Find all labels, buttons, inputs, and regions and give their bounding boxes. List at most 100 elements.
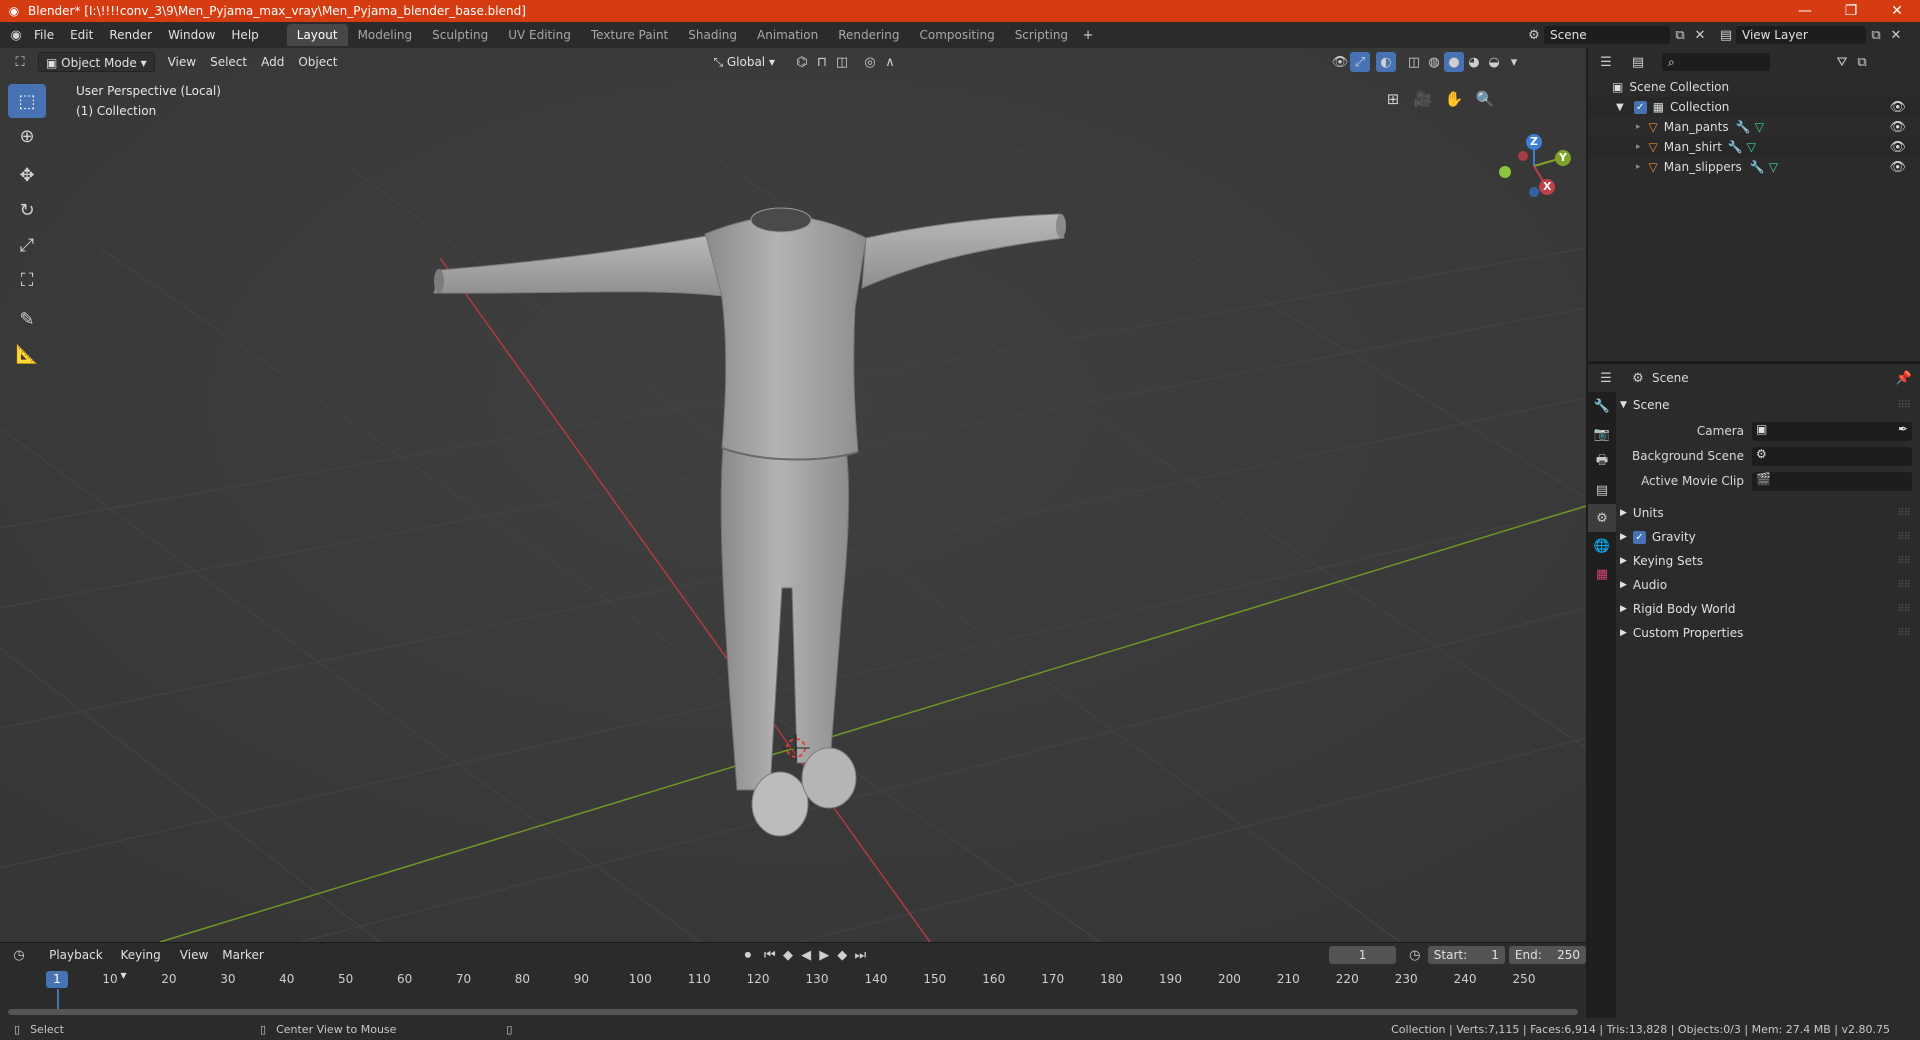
world-tab-icon[interactable]: 🌐 [1588,532,1616,560]
playhead-line[interactable] [57,989,59,1011]
minimize-button[interactable]: — [1782,0,1828,22]
new-scene-icon[interactable]: ⧉ [1670,25,1690,45]
texture-tab-icon[interactable]: ▦ [1588,560,1616,588]
wireframe-shading-icon[interactable]: ◍ [1424,52,1444,72]
preview-range-icon[interactable]: ◷ [1406,945,1424,965]
delete-scene-icon[interactable]: ✕ [1690,25,1710,45]
filter-icon[interactable]: ⛛ [1832,52,1852,72]
visibility-icon[interactable]: 👁 [1330,52,1350,72]
close-button[interactable]: ✕ [1874,0,1920,22]
keying-sets-panel-header[interactable]: ▶ Keying Sets ⠿⠿ [1620,550,1916,572]
menu-view[interactable]: View [161,52,203,72]
background-scene-field[interactable]: ⚙ [1752,446,1912,466]
camera-view-icon[interactable]: 🎥 [1410,86,1436,112]
outliner-editor-type-icon[interactable]: ☰ [1596,52,1616,72]
annotate-tool-icon[interactable]: ✎ [8,302,46,336]
play-reverse-icon[interactable]: ◀ [797,945,815,965]
falloff-icon[interactable]: ∧ [880,52,900,72]
timeline-ruler[interactable]: 1 10 20 30 40 50 60 70 80 90 100 110 120 130 140 150 16… [0,969,1586,989]
material-shading-icon[interactable]: ◕ [1464,52,1484,72]
view-layer-icon[interactable]: ▤ [1716,25,1736,45]
gizmo-y-label[interactable]: Y [1559,151,1567,164]
cursor-tool-icon[interactable]: ⊕ [8,119,46,153]
properties-editor-type-icon[interactable]: ☰ [1596,368,1616,388]
tab-compositing[interactable]: Compositing [909,24,1004,46]
delete-view-layer-icon[interactable]: ✕ [1886,25,1906,45]
new-view-layer-icon[interactable]: ⧉ [1866,25,1886,45]
xray-icon[interactable]: ◫ [1404,52,1424,72]
add-workspace-icon[interactable]: + [1078,25,1098,45]
tab-texture-paint[interactable]: Texture Paint [581,24,678,46]
camera-field[interactable]: ▣ ✒ [1752,421,1912,441]
pivot-icon[interactable]: ⌬ [792,52,812,72]
expand-icon[interactable]: ▸ [1636,162,1641,172]
gravity-checkbox[interactable]: ✓ [1632,530,1646,544]
outliner-row-man-pants[interactable]: ▸ ▽ Man_pants 🔧 ▽ 👁 [1588,117,1920,137]
active-movie-clip-field[interactable]: 🎬 [1752,471,1912,491]
tab-uv-editing[interactable]: UV Editing [498,24,581,46]
start-frame-field[interactable]: Start: 1 [1427,946,1505,964]
prev-keyframe-icon[interactable]: ◆ [779,945,797,965]
ruler-current-frame[interactable]: 1 [46,971,68,988]
zoom-view-icon[interactable]: 🔍 [1472,86,1498,112]
units-panel-header[interactable]: ▶ Units ⠿⠿ [1620,502,1916,524]
mode-selector[interactable]: ▣ Object Mode ▾ [38,52,155,72]
audio-panel-header[interactable]: ▶ Audio ⠿⠿ [1620,574,1916,596]
scene-selector[interactable]: Scene [1544,26,1670,44]
tab-modeling[interactable]: Modeling [348,24,423,46]
gizmo-toggle-icon[interactable]: ⤢ [1349,52,1370,72]
menu-window[interactable]: Window [160,24,223,46]
gizmo-x-label[interactable]: X [1543,180,1551,193]
jump-end-icon[interactable]: ⏭ [851,945,869,965]
collection-checkbox[interactable]: ✓ [1633,100,1647,114]
expand-collection-icon[interactable]: ▼ [1616,102,1624,113]
viewport-scene[interactable] [0,48,1586,942]
menu-keying[interactable]: Keying ▾ [113,945,172,982]
move-tool-icon[interactable]: ✥ [8,158,46,192]
drag-handle-icon[interactable]: ⠿⠿ [1897,580,1911,591]
rigid-body-world-panel-header[interactable]: ▶ Rigid Body World ⠿⠿ [1620,598,1916,620]
view-layer-tab-icon[interactable]: ▤ [1588,476,1616,504]
rotate-tool-icon[interactable]: ↻ [8,193,46,227]
pan-view-icon[interactable]: ✋ [1441,86,1467,112]
scene-panel-header[interactable]: ▼ Scene ⠿⠿ [1620,394,1916,416]
timeline-scrollbar[interactable] [8,1009,1578,1015]
editor-type-icon[interactable]: ⛶ [10,52,30,72]
expand-icon[interactable]: ▸ [1636,122,1641,132]
new-collection-icon[interactable]: ⧉ [1852,52,1872,72]
outliner-search-input[interactable]: ⌕ [1662,53,1770,71]
eye-icon[interactable]: 👁 [1889,160,1906,175]
play-icon[interactable]: ▶ [815,945,833,965]
drag-handle-icon[interactable]: ⠿⠿ [1897,628,1911,639]
snap-target-icon[interactable]: ◫ [832,52,852,72]
eye-icon[interactable]: 👁 [1889,120,1906,135]
menu-file[interactable]: File [26,24,62,46]
drag-handle-icon[interactable]: ⠿⠿ [1897,604,1911,615]
scene-icon[interactable]: ⚙ [1524,25,1544,45]
custom-properties-panel-header[interactable]: ▶ Custom Properties ⠿⠿ [1620,622,1916,644]
menu-render[interactable]: Render [101,24,160,46]
display-mode-icon[interactable]: ▤ [1628,52,1648,72]
3d-viewport[interactable]: Z Y X ⛶ ▣ Object Mode ▾ View Select Add … [0,48,1586,942]
snap-icon[interactable]: ⊓ [812,52,832,72]
eye-icon[interactable]: 👁 [1889,100,1906,115]
solid-shading-icon[interactable]: ● [1443,52,1464,72]
measure-tool-icon[interactable]: 📐 [8,337,46,371]
gravity-panel-header[interactable]: ▶ ✓ Gravity ⠿⠿ [1620,526,1916,548]
transform-tool-icon[interactable]: ⛶ [8,263,46,297]
end-frame-field[interactable]: End: 250 [1508,946,1587,964]
render-tab-icon[interactable]: 📷 [1588,420,1616,448]
outliner-row-scene-collection[interactable]: ▣ Scene Collection [1588,77,1920,97]
tab-layout[interactable]: Layout [286,24,348,46]
menu-add[interactable]: Add [254,52,291,72]
tab-shading[interactable]: Shading [678,24,747,46]
menu-edit[interactable]: Edit [62,24,101,46]
outliner-row-man-shirt[interactable]: ▸ ▽ Man_shirt 🔧 ▽ 👁 [1588,137,1920,157]
drag-handle-icon[interactable]: ⠿⠿ [1897,508,1911,519]
select-box-tool-icon[interactable]: ⬚ [8,84,46,118]
shading-options-icon[interactable]: ▾ [1504,52,1524,72]
pin-icon[interactable]: 📌 [1894,368,1914,388]
menu-select[interactable]: Select [203,52,254,72]
next-keyframe-icon[interactable]: ◆ [833,945,851,965]
tab-rendering[interactable]: Rendering [828,24,909,46]
